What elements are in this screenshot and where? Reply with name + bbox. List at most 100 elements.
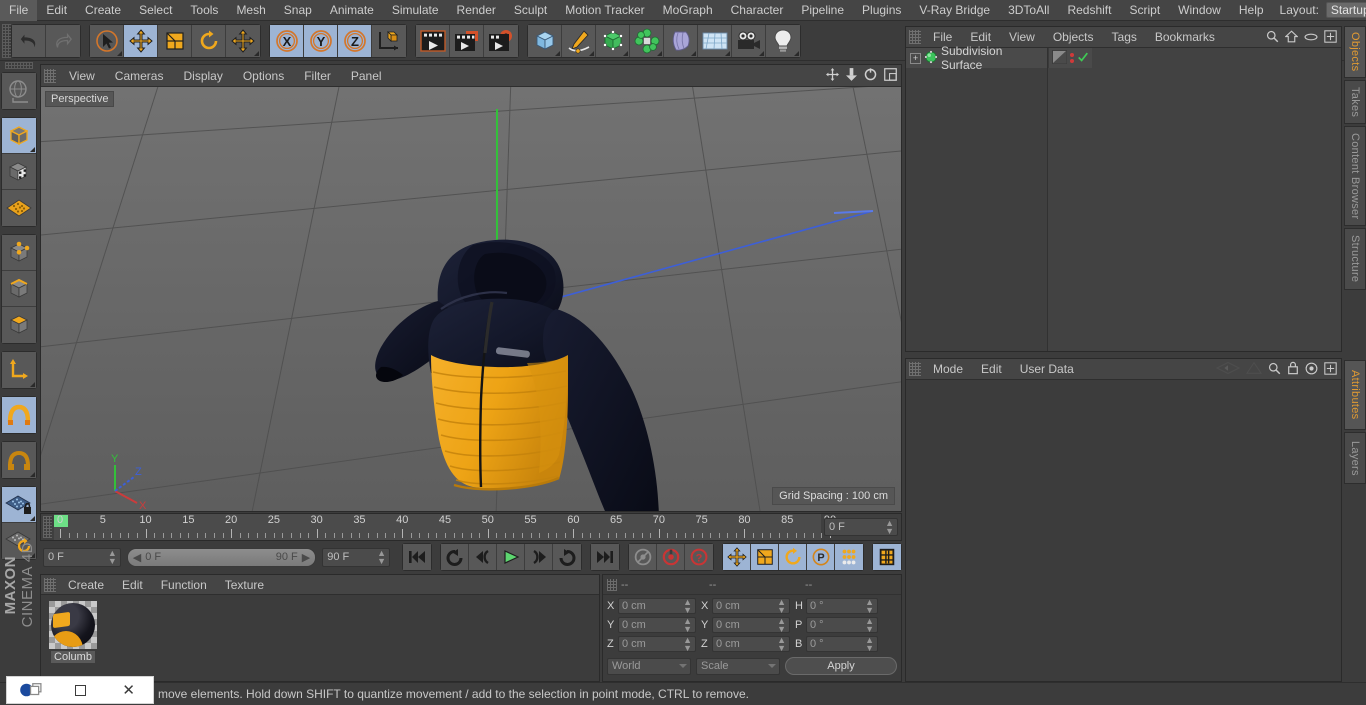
spinner-icon[interactable]: ▲ ▼: [865, 636, 874, 653]
search-icon[interactable]: [1268, 362, 1281, 378]
menu-item-motion-tracker[interactable]: Motion Tracker: [556, 0, 653, 21]
menu-item-sculpt[interactable]: Sculpt: [505, 0, 556, 21]
expand-toggle-icon[interactable]: +: [910, 52, 921, 64]
spinner-icon[interactable]: ▲ ▼: [885, 519, 894, 536]
home-icon[interactable]: [1284, 29, 1299, 46]
size-field[interactable]: 0 cm ▲ ▼: [712, 617, 790, 634]
maximize-window-icon[interactable]: [56, 676, 105, 704]
size-field[interactable]: 0 cm ▲ ▼: [712, 598, 790, 615]
timeline-window-icon[interactable]: [873, 544, 902, 570]
position-field[interactable]: 0 cm ▲ ▼: [618, 598, 696, 615]
edges-mode-icon[interactable]: [2, 271, 36, 307]
object-tree-row[interactable]: + Subdivision Surface: [906, 44, 1047, 72]
coordinate-system-dropdown[interactable]: World: [607, 657, 691, 675]
step-back-icon[interactable]: [469, 544, 498, 570]
menu-item-tools[interactable]: Tools: [181, 0, 227, 21]
enabled-check-icon[interactable]: [1077, 51, 1089, 66]
go-to-end-icon[interactable]: [591, 544, 620, 570]
move-icon[interactable]: [124, 24, 158, 57]
nurbs-subdivision-icon[interactable]: [596, 24, 630, 57]
menu-item-pipeline[interactable]: Pipeline: [792, 0, 853, 21]
material-menu-item-function[interactable]: Function: [152, 575, 216, 595]
zoom-view-icon[interactable]: [846, 68, 857, 84]
play-forward-icon[interactable]: [497, 544, 526, 570]
render-settings-icon[interactable]: [484, 24, 518, 57]
keyframe-selection-icon[interactable]: ?: [685, 544, 714, 570]
key-scale-icon[interactable]: [751, 544, 780, 570]
viewport-3d-canvas[interactable]: Perspective Y X Z Grid Spacing : 100 cm: [41, 87, 901, 511]
search-icon[interactable]: [1266, 30, 1279, 46]
menu-item-edit[interactable]: Edit: [37, 0, 76, 21]
vertical-tab-attributes[interactable]: Attributes: [1344, 360, 1366, 430]
material-menu-item-edit[interactable]: Edit: [113, 575, 152, 595]
enable-snapping-icon[interactable]: [2, 397, 36, 433]
spinner-icon[interactable]: ▲ ▼: [777, 636, 786, 653]
coordinates-drag-handle[interactable]: [607, 578, 617, 591]
workplane-mode-icon[interactable]: [2, 190, 36, 226]
maximize-view-icon[interactable]: [884, 68, 897, 84]
move-axis-icon[interactable]: [226, 24, 260, 57]
points-mode-icon[interactable]: [2, 235, 36, 271]
polygons-mode-icon[interactable]: [2, 307, 36, 343]
floor-environment-icon[interactable]: [698, 24, 732, 57]
key-parameter-icon[interactable]: P: [807, 544, 836, 570]
pin-icon[interactable]: [1305, 362, 1318, 378]
apply-button[interactable]: Apply: [785, 657, 897, 675]
lock-y-icon[interactable]: Y: [304, 24, 338, 57]
spinner-icon[interactable]: ▲ ▼: [683, 598, 692, 615]
menu-item-redshift[interactable]: Redshift: [1058, 0, 1120, 21]
left-toolbar-drag-handle[interactable]: [5, 62, 33, 69]
spinner-icon[interactable]: ▲ ▼: [777, 598, 786, 615]
history-forward-icon[interactable]: [1245, 361, 1263, 378]
material-menu-item-texture[interactable]: Texture: [216, 575, 273, 595]
texture-mode-icon[interactable]: [2, 154, 36, 190]
rotate-icon[interactable]: [192, 24, 226, 57]
scale-icon[interactable]: [158, 24, 192, 57]
display-tag-icon[interactable]: [1052, 49, 1067, 67]
transform-mode-dropdown[interactable]: Scale: [696, 657, 780, 675]
spinner-icon[interactable]: ▲ ▼: [377, 549, 386, 566]
attributes-drag-handle[interactable]: [909, 362, 921, 376]
autokeying-icon[interactable]: [657, 544, 686, 570]
c4d-app-icon[interactable]: [7, 676, 56, 704]
menu-item-mograph[interactable]: MoGraph: [654, 0, 722, 21]
material-list[interactable]: Columb: [41, 595, 599, 669]
axis-modification-icon[interactable]: [2, 352, 36, 388]
object-tree[interactable]: + Subdivision Surface: [906, 44, 1341, 351]
spinner-icon[interactable]: ▲ ▼: [683, 636, 692, 653]
attributes-content[interactable]: [906, 380, 1341, 681]
spinner-icon[interactable]: ▲ ▼: [108, 549, 117, 566]
render-to-picture-viewer-icon[interactable]: [450, 24, 484, 57]
object-manager-drag-handle[interactable]: [909, 30, 921, 44]
spline-pen-icon[interactable]: [562, 24, 596, 57]
range-left-arrow-icon[interactable]: ◀: [133, 551, 141, 564]
viewport-menu-item-cameras[interactable]: Cameras: [105, 65, 174, 87]
light-bulb-icon[interactable]: [766, 24, 800, 57]
viewport-drag-handle[interactable]: [44, 68, 56, 83]
menu-item-simulate[interactable]: Simulate: [383, 0, 448, 21]
soft-selection-icon[interactable]: [2, 442, 36, 478]
step-forward-icon[interactable]: [525, 544, 554, 570]
menu-item-window[interactable]: Window: [1169, 0, 1230, 21]
menu-item-script[interactable]: Script: [1120, 0, 1169, 21]
go-to-start-icon[interactable]: [403, 544, 432, 570]
menu-item-snap[interactable]: Snap: [275, 0, 321, 21]
toolbar-drag-handle[interactable]: [2, 23, 11, 58]
material-menu-item-create[interactable]: Create: [59, 575, 113, 595]
add-layer-icon[interactable]: [1324, 29, 1337, 46]
key-position-icon[interactable]: [723, 544, 752, 570]
position-field[interactable]: 0 cm ▲ ▼: [618, 617, 696, 634]
menu-item-character[interactable]: Character: [722, 0, 793, 21]
visibility-dots-icon[interactable]: [1070, 53, 1074, 63]
lock-icon[interactable]: [1287, 361, 1299, 378]
vertical-tab-objects[interactable]: Objects: [1344, 26, 1366, 78]
viewport-menu-item-filter[interactable]: Filter: [294, 65, 341, 87]
model-mode-icon[interactable]: [2, 118, 36, 154]
menu-item-plugins[interactable]: Plugins: [853, 0, 910, 21]
vertical-tab-structure[interactable]: Structure: [1344, 228, 1366, 290]
record-active-objects-icon[interactable]: [629, 544, 658, 570]
key-pla-icon[interactable]: [835, 544, 864, 570]
rotation-field[interactable]: 0 ° ▲ ▼: [806, 636, 878, 653]
menu-item-file[interactable]: File: [0, 0, 38, 21]
pan-view-icon[interactable]: [826, 68, 839, 84]
